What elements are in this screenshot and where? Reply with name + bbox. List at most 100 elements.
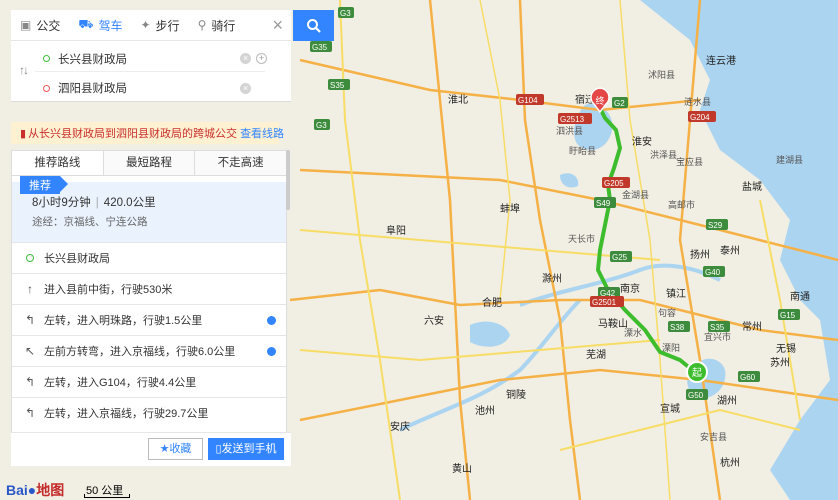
bus-notice-icon: ▮ [20,127,27,140]
star-icon: ★ [159,443,170,455]
tab-walk[interactable]: ✦ 步行 [131,10,188,41]
clear-origin-icon[interactable]: × [240,53,251,64]
map-label-city: 盐城 [742,180,762,193]
highway-shield: S35 [328,79,350,90]
action-bar: ★收藏 ▯发送到手机 [11,432,291,466]
location-pin-icon[interactable] [267,346,276,356]
route-step[interactable]: ↰ 左转，进入G104，行驶4.4公里 [12,366,286,397]
search-icon [306,18,321,33]
svg-text:G25: G25 [612,253,628,262]
results-scrollbar[interactable] [286,150,290,210]
svg-text:S38: S38 [670,323,685,332]
swap-icon[interactable]: ↑↓ [19,63,29,77]
map-label-city: 阜阳 [386,224,406,237]
map-label-city: 连云港 [706,54,736,67]
clear-destination-icon[interactable]: × [240,82,251,94]
step-text: 长兴县财政局 [44,253,110,265]
route-step[interactable]: 长兴县财政局 [12,242,286,273]
route-step[interactable]: ↖ 左前方转弯，进入京福线，行驶6.0公里 [12,335,286,366]
step-list: 长兴县财政局 ↑ 进入县前中街，行驶530米 ↰ 左转，进入明珠路，行驶1.5公里 ↖ 左前… [12,242,286,428]
location-pin-icon[interactable] [267,315,276,325]
highway-shield: G2501 [590,296,624,307]
highway-shield: G50 [686,389,708,400]
svg-text:G2: G2 [614,99,625,108]
svg-text:G204: G204 [690,113,710,122]
search-button[interactable] [293,10,334,41]
tab-bike[interactable]: ⚲ 骑行 [189,10,245,41]
map-label-city: 六安 [424,314,444,327]
route-option-tab[interactable]: 最短路程 [103,151,196,175]
highway-shield: G204 [688,111,716,122]
start-dot-icon [26,254,34,262]
map-label-city: 滁州 [542,272,562,285]
map-label-town: 建湖县 [776,154,803,165]
route-step[interactable]: ↰ 左转，进入明珠路，行驶1.5公里 [12,304,286,335]
svg-text:G35: G35 [312,43,328,52]
origin-dot-icon [43,55,50,62]
recommended-badge: 推荐 [20,176,68,194]
highway-shield: G35 [310,41,332,52]
tab-bus[interactable]: ▣ 公交 [11,10,69,41]
map-label-city: 淮安 [632,135,652,148]
svg-text:S29: S29 [708,221,723,230]
start-marker[interactable]: 起 [686,361,708,383]
origin-text: 长兴县财政局 [58,53,127,66]
route-step[interactable]: ↑ 进入县前中街，行驶530米 [12,273,286,304]
svg-text:终: 终 [595,95,604,106]
highway-shield: S38 [668,321,690,332]
car-icon: ⛟ [78,17,94,31]
svg-text:起: 起 [692,367,702,379]
map-label-city: 宣城 [660,402,680,415]
route-option-tab[interactable]: 推荐路线 [12,151,104,175]
highway-shield: G2513 [558,113,592,124]
route-option-tab[interactable]: 不走高速 [195,151,286,175]
map-label-town: 宜兴市 [704,331,731,342]
route-step[interactable]: ↰ 左转，进入京福线，行驶29.7公里 [12,397,286,428]
map-label-town: 金湖县 [622,189,649,200]
route-distance: 420.0公里 [103,197,156,209]
highway-shield: G104 [516,94,544,105]
step-text: 左转，进入京福线，行驶29.7公里 [44,408,209,420]
map-label-town: 宝应县 [676,156,703,167]
arrow-up-icon: ↑ [27,282,33,296]
close-icon[interactable]: × [264,10,291,41]
turn-left-icon: ↰ [24,375,36,389]
map-label-city: 淮北 [448,94,468,106]
map-label-town: 高邮市 [668,199,695,210]
svg-text:S35: S35 [710,323,725,332]
turn-left-icon: ↰ [24,313,36,327]
tab-car[interactable]: ⛟ 驾车 [69,10,131,41]
walk-icon: ✦ [140,18,151,32]
view-route-link[interactable]: 查看线路 [240,125,284,141]
add-waypoint-icon[interactable]: + [256,53,267,64]
map-label-city: 蚌埠 [500,202,520,215]
map-label-town: 安吉县 [700,431,727,442]
map-label-town: 天长市 [568,233,595,244]
transport-tabs: ▣ 公交 ⛟ 驾车 ✦ 步行 ⚲ 骑行 × [11,10,291,41]
map-label-town: 盱眙县 [569,145,596,156]
svg-text:S49: S49 [596,199,611,208]
endpoints-box: ↑↓ 长兴县财政局 × + 泗阳县财政局 × [11,41,291,102]
favorite-button[interactable]: ★收藏 [148,438,203,460]
map-label-town: 沭阳县 [648,69,675,80]
tab-label: 骑行 [211,18,236,33]
scale-bar [84,494,130,498]
map-label-town: 溧阳 [662,343,680,353]
route-panel: ▣ 公交 ⛟ 驾车 ✦ 步行 ⚲ 骑行 × ↑↓ 长兴县财政局 × + 泗阳县财政局 × [11,10,291,102]
destination-field[interactable]: 泗阳县财政局 × [35,75,265,101]
map-label-city: 铜陵 [506,389,526,401]
step-text: 左转，进入G104，行驶4.4公里 [44,377,197,389]
svg-text:G205: G205 [604,179,624,188]
tab-label: 步行 [155,18,180,33]
highway-shield: G2 [612,97,628,108]
route-via: 途经：京福线、宁连公路 [32,216,148,228]
origin-field[interactable]: 长兴县财政局 × + [35,46,267,72]
svg-text:G2501: G2501 [592,298,617,307]
send-to-phone-button[interactable]: ▯发送到手机 [208,438,284,460]
destination-dot-icon [43,84,50,92]
highway-shield: G205 [602,177,630,188]
step-text: 进入县前中街，行驶530米 [44,284,173,296]
svg-text:G15: G15 [780,311,796,320]
map-label-city: 南京 [620,282,640,295]
recommended-route[interactable]: 推荐 8小时9分钟 | 420.0公里 途经：京福线、宁连公路 [12,176,286,242]
